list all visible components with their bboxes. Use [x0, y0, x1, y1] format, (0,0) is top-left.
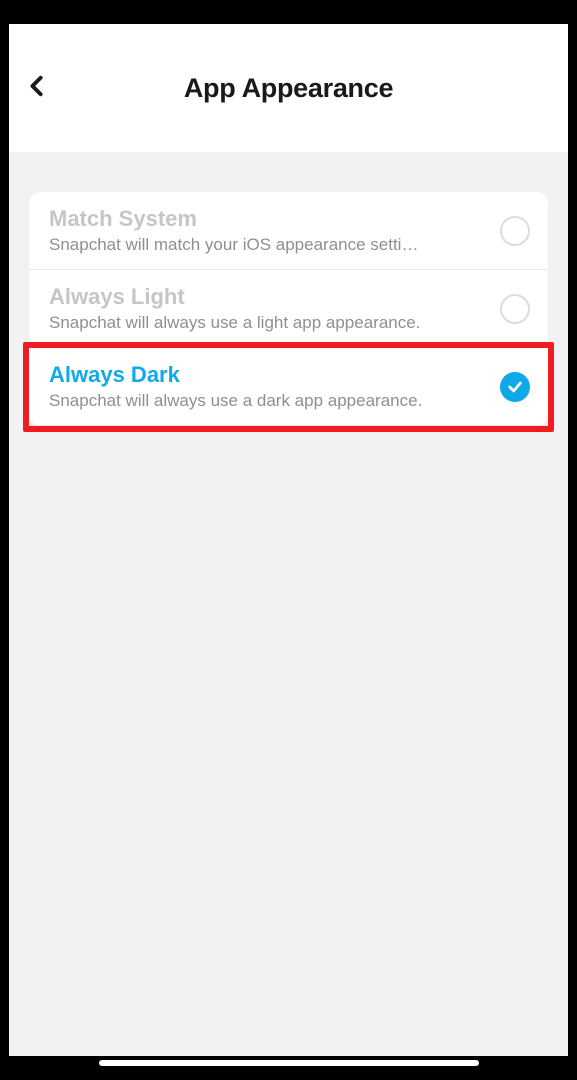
back-button[interactable]: [19, 70, 55, 106]
option-match-system[interactable]: Match System Snapchat will match your iO…: [29, 192, 548, 270]
radio-unchecked-icon: [500, 216, 530, 246]
radio-unchecked-icon: [500, 294, 530, 324]
option-title: Always Dark: [49, 362, 478, 388]
option-always-light[interactable]: Always Light Snapchat will always use a …: [29, 270, 548, 348]
option-subtitle: Snapchat will always use a dark app appe…: [49, 391, 478, 411]
option-title: Match System: [49, 206, 478, 232]
home-indicator[interactable]: [99, 1060, 479, 1066]
option-always-dark[interactable]: Always Dark Snapchat will always use a d…: [29, 348, 548, 426]
chevron-left-icon: [26, 72, 48, 105]
radio-checked-icon: [500, 372, 530, 402]
option-subtitle: Snapchat will match your iOS appearance …: [49, 235, 478, 255]
header: App Appearance: [9, 24, 568, 152]
appearance-options-card: Match System Snapchat will match your iO…: [29, 192, 548, 426]
content-area: Match System Snapchat will match your iO…: [9, 152, 568, 1056]
option-subtitle: Snapchat will always use a light app app…: [49, 313, 478, 333]
option-title: Always Light: [49, 284, 478, 310]
device-frame: App Appearance Match System Snapchat wil…: [9, 24, 568, 1056]
page-title: App Appearance: [184, 73, 393, 104]
